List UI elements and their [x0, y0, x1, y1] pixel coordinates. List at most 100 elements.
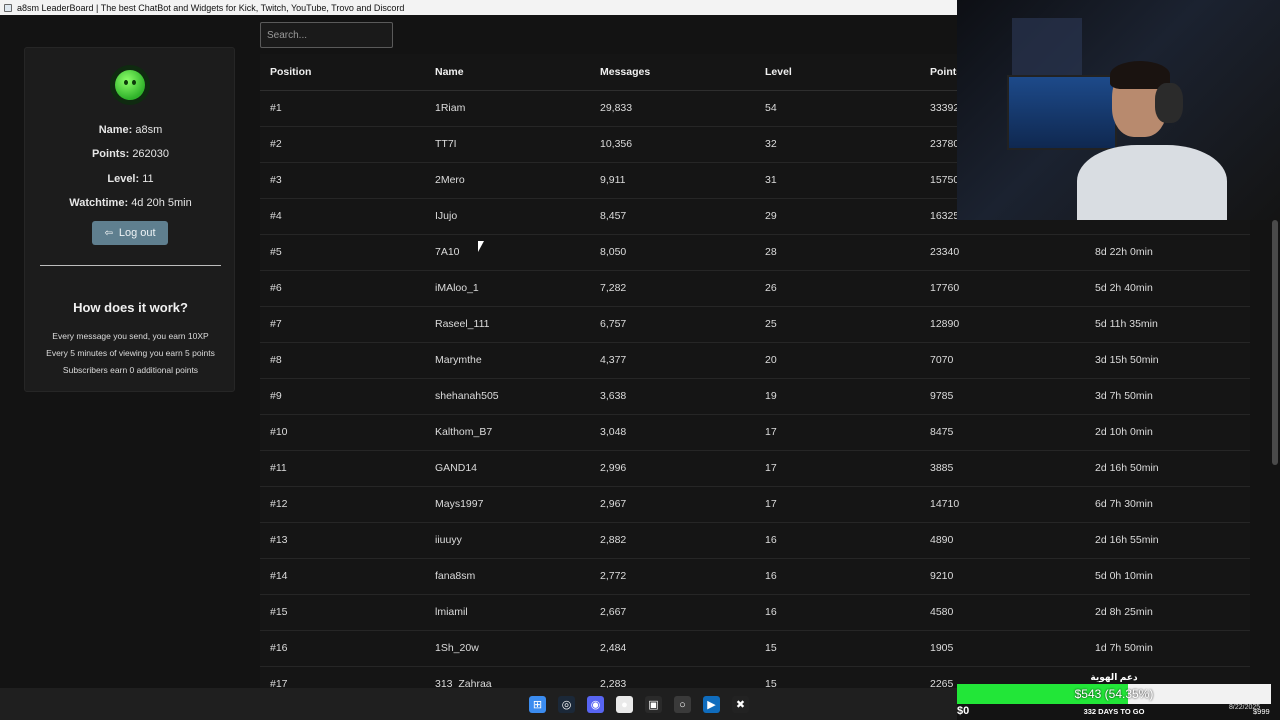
name-cell: iMAloo_1 [425, 270, 590, 307]
points-cell: 17760 [920, 270, 1085, 307]
discord-icon[interactable]: ◉ [587, 696, 604, 713]
table-row: #9 shehanah505 3,638 19 9785 3d 7h 50min [260, 378, 1250, 415]
steam-icon[interactable]: ◎ [558, 696, 575, 713]
position-cell: #10 [260, 414, 425, 451]
messages-cell: 9,911 [590, 162, 755, 199]
position-cell: #16 [260, 630, 425, 667]
how-line-subscribers: Subscribers earn 0 additional points [62, 365, 199, 375]
chrome-icon[interactable]: ● [616, 696, 633, 713]
points-cell: 8475 [920, 414, 1085, 451]
level-cell: 25 [755, 306, 920, 343]
level-cell: 17 [755, 486, 920, 523]
watchtime-cell: 3d 15h 50min [1085, 342, 1250, 379]
level-cell: 16 [755, 522, 920, 559]
goal-max: $999 [1253, 707, 1270, 716]
profile-level: Level: 11 [25, 173, 236, 185]
donation-goal-overlay: دعم الهوية $543 (54.35%) $0 332 DAYS TO … [957, 670, 1271, 720]
windows-start-icon[interactable]: ⊞ [529, 696, 546, 713]
level-cell: 16 [755, 594, 920, 631]
position-cell: #11 [260, 450, 425, 487]
messages-cell: 2,667 [590, 594, 755, 631]
watchtime-cell: 5d 11h 35min [1085, 306, 1250, 343]
watchtime-cell: 2d 16h 55min [1085, 522, 1250, 559]
name-cell: 1Sh_20w [425, 630, 590, 667]
messages-cell: 6,757 [590, 306, 755, 343]
column-header[interactable]: Position [260, 54, 425, 91]
points-cell: 3885 [920, 450, 1085, 487]
name-cell: Raseel_111 [425, 306, 590, 343]
avatar [110, 65, 150, 105]
goal-title: دعم الهوية [1090, 672, 1138, 682]
logout-button[interactable]: ⇦ Log out [92, 221, 168, 245]
how-it-works-title: How does it work? [73, 300, 188, 315]
profile-watchtime: Watchtime: 4d 20h 5min [25, 197, 236, 209]
level-cell: 17 [755, 414, 920, 451]
column-header[interactable]: Messages [590, 54, 755, 91]
messages-cell: 3,048 [590, 414, 755, 451]
profile-points: Points: 262030 [25, 148, 236, 160]
capcut-icon[interactable]: ✖ [732, 696, 749, 713]
position-cell: #3 [260, 162, 425, 199]
position-cell: #1 [260, 90, 425, 127]
name-cell: lmiamil [425, 594, 590, 631]
position-cell: #5 [260, 234, 425, 271]
name-cell: Marymthe [425, 342, 590, 379]
obs-icon[interactable]: ○ [674, 696, 691, 713]
messages-cell: 2,882 [590, 522, 755, 559]
messages-cell: 29,833 [590, 90, 755, 127]
table-row: #16 1Sh_20w 2,484 15 1905 1d 7h 50min [260, 630, 1250, 667]
store-icon[interactable]: ▣ [645, 696, 662, 713]
profile-name-label: Name: [98, 124, 133, 136]
profile-card: Name: a8sm Points: 262030 Level: 11 Watc… [24, 47, 235, 392]
profile-watchtime-label: Watchtime: [69, 197, 129, 209]
watchtime-cell: 5d 2h 40min [1085, 270, 1250, 307]
points-cell: 7070 [920, 342, 1085, 379]
name-cell: 2Mero [425, 162, 590, 199]
messages-cell: 3,638 [590, 378, 755, 415]
watchtime-cell: 2d 8h 25min [1085, 594, 1250, 631]
points-cell: 4580 [920, 594, 1085, 631]
scrollbar[interactable] [1272, 220, 1278, 465]
messages-cell: 8,050 [590, 234, 755, 271]
table-row: #12 Mays1997 2,967 17 14710 6d 7h 30min [260, 486, 1250, 523]
messages-cell: 2,484 [590, 630, 755, 667]
position-cell: #4 [260, 198, 425, 235]
position-cell: #6 [260, 270, 425, 307]
level-cell: 28 [755, 234, 920, 271]
search-input[interactable] [260, 22, 393, 48]
table-row: #8 Marymthe 4,377 20 7070 3d 15h 50min [260, 342, 1250, 379]
webcam-overlay [957, 0, 1280, 220]
card-divider [40, 265, 221, 266]
edge-icon[interactable]: ▶ [703, 696, 720, 713]
name-cell: Kalthom_B7 [425, 414, 590, 451]
points-cell: 1905 [920, 630, 1085, 667]
profile-points-value: 262030 [132, 148, 170, 160]
profile-level-value: 11 [142, 173, 154, 185]
position-cell: #13 [260, 522, 425, 559]
level-cell: 26 [755, 270, 920, 307]
goal-amount: $543 (54.35%) [1074, 687, 1154, 701]
watchtime-cell: 2d 10h 0min [1085, 414, 1250, 451]
watchtime-cell: 3d 7h 50min [1085, 378, 1250, 415]
position-cell: #15 [260, 594, 425, 631]
messages-cell: 4,377 [590, 342, 755, 379]
points-cell: 4890 [920, 522, 1085, 559]
name-cell: 1Riam [425, 90, 590, 127]
messages-cell: 2,967 [590, 486, 755, 523]
level-cell: 19 [755, 378, 920, 415]
profile-level-label: Level: [107, 173, 140, 185]
points-cell: 9210 [920, 558, 1085, 595]
window-title: a8sm LeaderBoard | The best ChatBot and … [17, 2, 405, 13]
points-cell: 9785 [920, 378, 1085, 415]
level-cell: 29 [755, 198, 920, 235]
how-line-messages: Every message you send, you earn 10XP [52, 331, 209, 341]
position-cell: #7 [260, 306, 425, 343]
column-header[interactable]: Name [425, 54, 590, 91]
column-header[interactable]: Level [755, 54, 920, 91]
logout-icon: ⇦ [104, 227, 113, 239]
name-cell: TT7I [425, 126, 590, 163]
name-cell: iiuuyy [425, 522, 590, 559]
how-line-viewing: Every 5 minutes of viewing you earn 5 po… [46, 348, 215, 358]
messages-cell: 2,996 [590, 450, 755, 487]
messages-cell: 10,356 [590, 126, 755, 163]
